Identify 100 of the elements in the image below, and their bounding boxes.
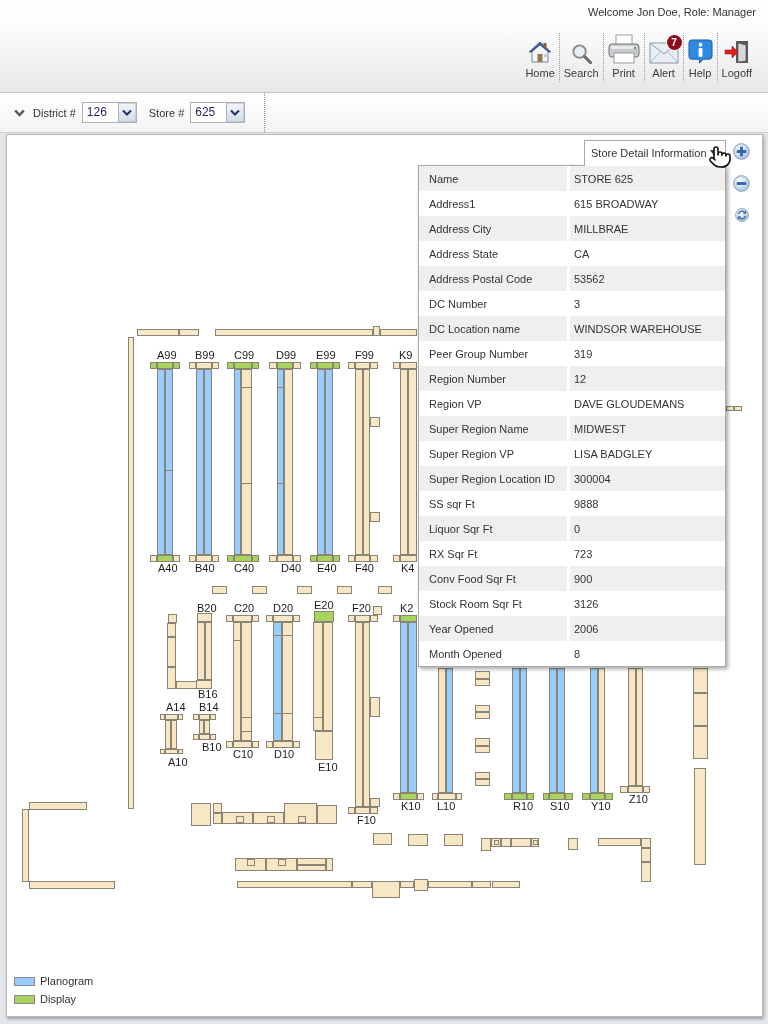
aisle-label: K10 <box>401 800 421 812</box>
aisle-label: K2 <box>400 602 414 614</box>
fixture-block <box>337 586 352 594</box>
aisle-label: B40 <box>195 562 215 574</box>
field-label: District # <box>33 106 76 119</box>
detail-label: Super Region Name <box>419 416 567 441</box>
fixture-block <box>370 417 380 427</box>
refresh-icon[interactable] <box>735 208 749 222</box>
zoom-in-icon[interactable] <box>733 143 750 160</box>
detail-label: Address City <box>419 216 567 241</box>
search-icon <box>570 43 592 64</box>
fixture-block <box>444 834 463 846</box>
welcome-text: Welcome Jon Doe, Role: Manager <box>588 6 756 19</box>
detail-label: Year Opened <box>419 616 567 641</box>
aisle-label: B16 <box>198 688 218 700</box>
aisle-label: K9 <box>399 349 413 361</box>
detail-value: 12 <box>570 366 725 391</box>
fixture-block <box>378 586 392 594</box>
detail-label: Conv Food Sqr Ft <box>419 566 567 591</box>
dropdown-field[interactable]: 625 <box>190 102 246 123</box>
aisle-label: D10 <box>274 748 295 760</box>
aisle-label: A14 <box>166 701 186 713</box>
detail-label: Super Region Location ID <box>419 466 567 491</box>
fixture-block <box>475 772 490 786</box>
aisle-label: C99 <box>234 349 255 361</box>
house-icon <box>528 40 553 64</box>
fixture-block <box>373 833 392 845</box>
fixture-block <box>408 834 428 846</box>
aisle-label: F99 <box>355 349 374 361</box>
detail-value: 300004 <box>570 466 725 491</box>
logoff-button[interactable]: Logoff <box>716 33 756 82</box>
aisle-label: L10 <box>437 800 456 812</box>
chevron-down-icon[interactable] <box>14 108 25 117</box>
fixture-block <box>475 738 490 753</box>
detail-value: MIDWEST <box>570 416 725 441</box>
aisle-label: E99 <box>316 349 336 361</box>
detail-value: STORE 625 <box>570 166 725 191</box>
fixture-block <box>475 671 490 686</box>
aisle-label: A40 <box>158 562 178 574</box>
aisle-label: K4 <box>401 562 415 574</box>
door-arrow-icon <box>723 40 750 64</box>
fixture-block <box>370 798 380 807</box>
print-button[interactable]: Print <box>602 33 644 82</box>
fixture-block <box>297 586 312 594</box>
detail-value: 2006 <box>570 616 725 641</box>
aisle-label: E20 <box>314 599 334 611</box>
detail-value: 8 <box>570 641 725 666</box>
aisle-label: B99 <box>195 349 215 361</box>
alert-button[interactable]: Alert 7 <box>643 33 683 82</box>
fixture-block <box>598 838 651 882</box>
search-button[interactable]: Search <box>558 33 603 82</box>
fixture-block <box>370 512 380 522</box>
details-tab[interactable]: Store Detail Information <box>584 140 726 166</box>
dropdown-field[interactable]: 126 <box>81 102 137 123</box>
detail-label: DC Location name <box>419 316 567 341</box>
aisle-label: C20 <box>234 602 255 614</box>
field-label: Store # <box>148 106 185 119</box>
aisle-label: A99 <box>157 349 177 361</box>
help-button[interactable]: Help <box>682 33 717 82</box>
aisle-label: E40 <box>317 562 337 574</box>
fixture-block <box>370 697 380 717</box>
fixture-block <box>373 606 382 615</box>
aisle-label: E10 <box>318 761 338 773</box>
detail-label: Name <box>419 166 567 191</box>
aisle-label: F20 <box>352 602 371 614</box>
legend-label: Display <box>40 993 77 1005</box>
dropdown-arrow-icon[interactable] <box>117 103 136 122</box>
detail-value: 53562 <box>570 266 725 291</box>
fixture-block <box>568 838 578 850</box>
detail-label: Liquor Sqr Ft <box>419 516 567 541</box>
aisle-label: B14 <box>199 701 219 713</box>
detail-value: WINDSOR WAREHOUSE <box>570 316 725 341</box>
detail-label: Month Opened <box>419 641 567 666</box>
zoom-out-icon[interactable] <box>733 175 750 192</box>
aisle-label: Z10 <box>629 793 648 805</box>
detail-label: Region Number <box>419 366 567 391</box>
aisle-label: C10 <box>233 748 254 760</box>
fixture-block <box>475 705 490 719</box>
notification-badge: 7 <box>666 35 682 50</box>
info-icon <box>687 39 713 64</box>
aisle-label: B10 <box>202 741 222 753</box>
detail-label: Address Postal Code <box>419 266 567 291</box>
fixture-block <box>212 586 227 594</box>
detail-value: 0 <box>570 516 725 541</box>
aisle-label: B20 <box>197 602 217 614</box>
fixture-block <box>252 586 267 594</box>
dropdown-arrow-icon[interactable] <box>226 103 245 122</box>
aisle-label: D40 <box>281 562 302 574</box>
aisle-label: S10 <box>550 800 570 812</box>
fixture-block <box>137 329 199 336</box>
detail-value: 900 <box>570 566 725 591</box>
aisle-label: D99 <box>276 349 297 361</box>
legend-label: Planogram <box>40 975 94 987</box>
aisle-label: F40 <box>355 562 374 574</box>
fixture-block <box>481 838 539 851</box>
printer-icon <box>607 34 640 64</box>
aisle-label: D20 <box>273 602 294 614</box>
aisle-label: A10 <box>168 756 188 768</box>
home-button[interactable]: Home <box>521 33 559 82</box>
aisle-label: C40 <box>234 562 255 574</box>
